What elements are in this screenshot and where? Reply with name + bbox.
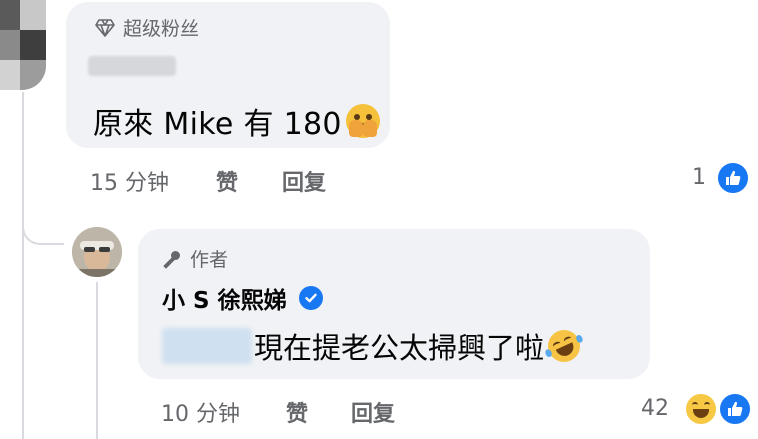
comment-timestamp[interactable]: 15 分钟	[90, 165, 169, 197]
rolling-on-floor-laughing-emoji	[542, 324, 586, 368]
haha-reaction-icon[interactable]	[684, 392, 718, 426]
comment-body: 原來 Mike 有 180	[93, 107, 342, 142]
verified-badge-icon	[298, 286, 323, 310]
microphone-icon	[163, 250, 180, 269]
author-avatar[interactable]	[72, 227, 122, 277]
author-badge: 作者	[162, 245, 228, 272]
mentioned-user-tag[interactable]	[162, 328, 252, 364]
like-button[interactable]: 赞	[216, 165, 238, 197]
reply-thread-line	[96, 282, 98, 439]
thumbs-up-icon	[726, 170, 741, 185]
reply-reaction-count[interactable]: 42	[641, 396, 669, 421]
top-fan-badge: 超级粉丝	[95, 14, 199, 41]
thumbs-up-icon	[728, 401, 743, 416]
reply-reply-button[interactable]: 回复	[351, 396, 395, 428]
reply-text: 現在提老公太掃興了啦	[254, 324, 586, 368]
reply-like-button[interactable]: 赞	[286, 396, 308, 428]
thread-line	[22, 92, 24, 439]
face-with-hand-over-mouth-emoji	[345, 104, 380, 138]
author-name-row[interactable]: 小 S 徐熙娣	[162, 281, 323, 315]
commenter-name[interactable]	[88, 56, 176, 76]
comment-text: 原來 Mike 有 180	[93, 99, 380, 143]
author-name[interactable]: 小 S 徐熙娣	[162, 281, 287, 315]
reply-body: 現在提老公太掃興了啦	[254, 331, 545, 365]
badge-label: 作者	[190, 249, 229, 271]
commenter-avatar[interactable]	[0, 0, 46, 90]
badge-label: 超级粉丝	[123, 18, 200, 40]
reply-button[interactable]: 回复	[282, 165, 326, 197]
diamond-icon	[95, 18, 115, 37]
reply-timestamp[interactable]: 10 分钟	[161, 396, 240, 428]
reaction-count[interactable]: 1	[692, 165, 706, 190]
thread-connector	[22, 205, 64, 245]
like-reaction-icon[interactable]	[716, 161, 750, 195]
like-reaction-icon[interactable]	[718, 392, 752, 426]
